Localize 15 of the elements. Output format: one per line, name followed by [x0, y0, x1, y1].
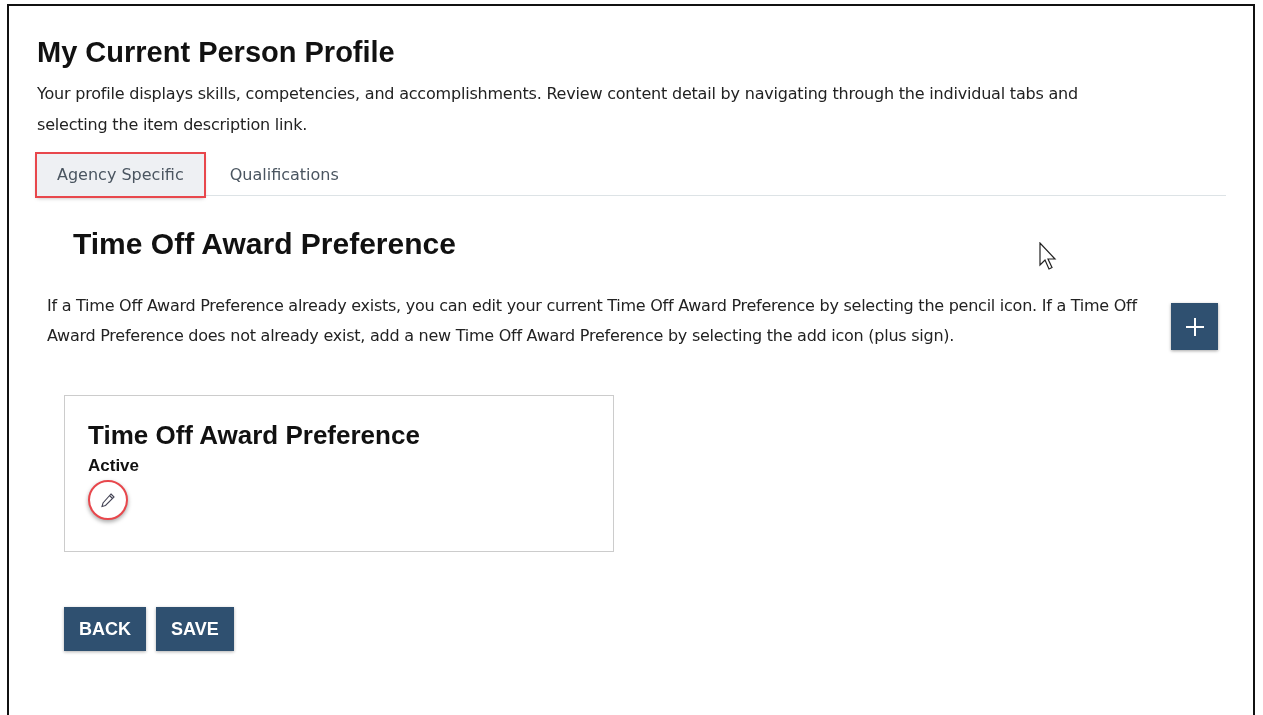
page-description: Your profile displays skills, competencies, and accomplishments. Review content detail by navigating through the individual tabs and selecting the item description link.: [37, 83, 1079, 136]
card-title: Time Off Award Preference: [88, 419, 421, 452]
pencil-icon: [100, 492, 116, 508]
cursor-icon: [1039, 242, 1059, 272]
tab[interactable]: Agency Specific: [37, 154, 204, 196]
back-button[interactable]: BACK: [64, 607, 146, 651]
instructions-text: If a Time Off Award Preference already exists, you can edit your current Time Off Award Preference by selecting the pencil icon. If a Time Off Award Preference does not already exist, add a new Time Off Award Preference by selecting the add icon (plus sign).: [47, 295, 1137, 347]
plus-icon: [1184, 316, 1205, 337]
status-label: Active: [88, 456, 141, 476]
save-button[interactable]: SAVE: [156, 607, 234, 651]
tab[interactable]: Qualifications: [209, 154, 359, 196]
section-title: Time Off Award Preference: [73, 226, 456, 262]
edit-button[interactable]: [88, 480, 128, 520]
add-button[interactable]: [1171, 303, 1218, 350]
page-title: My Current Person Profile: [37, 35, 396, 70]
